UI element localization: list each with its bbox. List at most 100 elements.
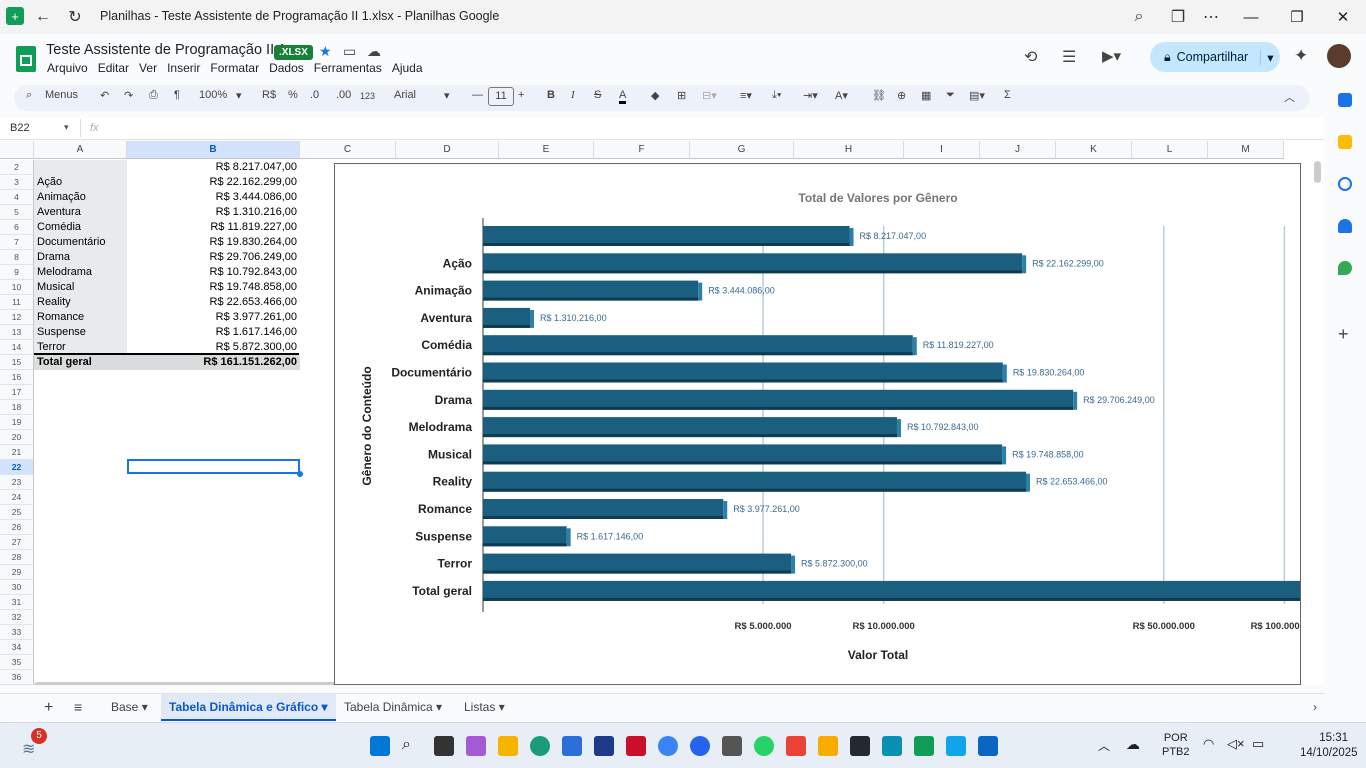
column-header[interactable]: C: [300, 141, 396, 159]
borders-icon[interactable]: ⊞: [677, 89, 686, 102]
add-sheet-icon[interactable]: +: [36, 694, 61, 721]
insert-comment-icon[interactable]: ⊕: [897, 89, 906, 102]
row-header[interactable]: 17: [0, 385, 34, 400]
align-vertical-icon[interactable]: ⤓▾: [772, 89, 781, 102]
row-header[interactable]: 34: [0, 640, 34, 655]
explore-icon[interactable]: ›: [1305, 694, 1325, 721]
table-cell-value[interactable]: R$ 22.653.466,00: [127, 295, 300, 310]
text-rotation-icon[interactable]: A▾: [835, 89, 848, 102]
row-header[interactable]: 12: [0, 310, 34, 325]
table-cell-genre[interactable]: Total geral: [34, 355, 127, 370]
font-size-input[interactable]: 11: [488, 87, 514, 106]
font-size-plus-icon[interactable]: +: [518, 89, 524, 101]
all-sheets-icon[interactable]: ≡: [66, 694, 90, 721]
row-header[interactable]: 36: [0, 670, 34, 685]
maximize-button[interactable]: ❐: [1274, 0, 1320, 34]
copilot-icon[interactable]: [466, 736, 486, 756]
table-cell-value[interactable]: R$ 161.151.262,00: [127, 355, 300, 370]
strikethrough-icon[interactable]: S: [594, 89, 601, 101]
row-header[interactable]: 24: [0, 490, 34, 505]
document-title[interactable]: Teste Assistente de Programação II 1: [46, 42, 286, 58]
row-header[interactable]: 27: [0, 535, 34, 550]
row-header[interactable]: 9: [0, 265, 34, 280]
edge-icon[interactable]: [530, 736, 550, 756]
tab-base[interactable]: Base ▾: [103, 694, 156, 721]
bar[interactable]: [483, 389, 1074, 410]
paint-format-icon[interactable]: ¶: [174, 89, 180, 101]
row-header[interactable]: 14: [0, 340, 34, 355]
tab-tabela-dinamica-e-grafico[interactable]: Tabela Dinâmica e Gráfico ▾: [161, 694, 336, 721]
row-header[interactable]: 18: [0, 400, 34, 415]
menu-ver[interactable]: Ver: [139, 61, 157, 75]
folder-icon[interactable]: ▭: [343, 43, 356, 60]
table-cell-value[interactable]: R$ 22.162.299,00: [127, 175, 300, 190]
search-menus-input[interactable]: Menus: [45, 89, 78, 101]
language-indicator[interactable]: POR PTB2: [1162, 731, 1190, 759]
row-header[interactable]: 8: [0, 250, 34, 265]
sheets-logo-icon[interactable]: [16, 46, 36, 72]
row-header[interactable]: 28: [0, 550, 34, 565]
row-header[interactable]: 25: [0, 505, 34, 520]
column-header[interactable]: A: [34, 141, 127, 159]
chart-container[interactable]: Total de Valores por Gênero Valor Total …: [334, 163, 1366, 685]
table-cell-value[interactable]: R$ 29.706.249,00: [127, 250, 300, 265]
redo-icon[interactable]: ↷: [124, 89, 133, 102]
table-cell-genre[interactable]: Reality: [34, 295, 127, 310]
row-header[interactable]: 29: [0, 565, 34, 580]
sheets-taskbar-icon[interactable]: [914, 736, 934, 756]
bold-icon[interactable]: B: [547, 89, 555, 101]
align-horizontal-icon[interactable]: ≡▾: [740, 89, 752, 102]
name-box-dropdown-icon[interactable]: ▾: [64, 122, 69, 133]
text-wrap-icon[interactable]: ⇥▾: [803, 89, 818, 102]
row-header[interactable]: 23: [0, 475, 34, 490]
avatar[interactable]: [1327, 44, 1351, 68]
app-c-icon[interactable]: [690, 736, 710, 756]
menu-dados[interactable]: Dados: [269, 61, 304, 75]
back-icon[interactable]: ←: [33, 7, 53, 27]
column-header[interactable]: L: [1132, 141, 1208, 159]
table-cell-value[interactable]: R$ 11.819.227,00: [127, 220, 300, 235]
row-header[interactable]: 33: [0, 625, 34, 640]
column-header[interactable]: H: [794, 141, 904, 159]
row-header[interactable]: 26: [0, 520, 34, 535]
table-cell-genre[interactable]: Ação: [34, 175, 127, 190]
menu-ferramentas[interactable]: Ferramentas: [314, 61, 382, 75]
tasks-icon[interactable]: [1338, 177, 1352, 191]
row-header[interactable]: 35: [0, 655, 34, 670]
keep-icon[interactable]: [1338, 135, 1352, 149]
app-l-icon[interactable]: [594, 736, 614, 756]
contacts-icon[interactable]: [1338, 219, 1352, 233]
close-button[interactable]: ✕: [1320, 0, 1366, 34]
selected-cell[interactable]: [127, 459, 300, 474]
column-header[interactable]: M: [1208, 141, 1284, 159]
column-header[interactable]: I: [904, 141, 980, 159]
onedrive-icon[interactable]: ☁: [1126, 736, 1140, 753]
history-icon[interactable]: ⟲: [1024, 47, 1037, 67]
wifi-icon[interactable]: ◠: [1203, 736, 1214, 752]
whatsapp-icon[interactable]: [754, 736, 774, 756]
decrease-decimal-button[interactable]: .0: [310, 89, 319, 101]
table-cell-genre[interactable]: Animação: [34, 190, 127, 205]
mcafee-icon[interactable]: [626, 736, 646, 756]
filter-icon[interactable]: ⏷: [946, 89, 955, 102]
table-cell-genre[interactable]: Comédia: [34, 220, 127, 235]
table-cell-value[interactable]: R$ 8.217.047,00: [127, 160, 300, 175]
share-button[interactable]: 🔒︎ Compartilhar ▾: [1150, 42, 1280, 72]
file-explorer-icon[interactable]: [498, 736, 518, 756]
more-icon[interactable]: ⋯: [1201, 7, 1221, 27]
font-dropdown-icon[interactable]: ▾: [444, 89, 450, 102]
row-header[interactable]: 30: [0, 580, 34, 595]
row-header[interactable]: 2: [0, 160, 34, 175]
search-icon[interactable]: ⌕: [1129, 7, 1149, 27]
insert-chart-icon[interactable]: ▦: [921, 89, 931, 102]
row-header[interactable]: 10: [0, 280, 34, 295]
column-header[interactable]: G: [690, 141, 794, 159]
fill-color-icon[interactable]: ◆: [651, 89, 659, 102]
percent-format-button[interactable]: %: [288, 89, 298, 101]
app-notes-icon[interactable]: [882, 736, 902, 756]
functions-icon[interactable]: Σ: [1004, 89, 1011, 101]
table-cell-genre[interactable]: Aventura: [34, 205, 127, 220]
reload-icon[interactable]: ↻: [65, 7, 85, 27]
bar[interactable]: [483, 253, 1023, 274]
app-ef-icon[interactable]: [722, 736, 742, 756]
